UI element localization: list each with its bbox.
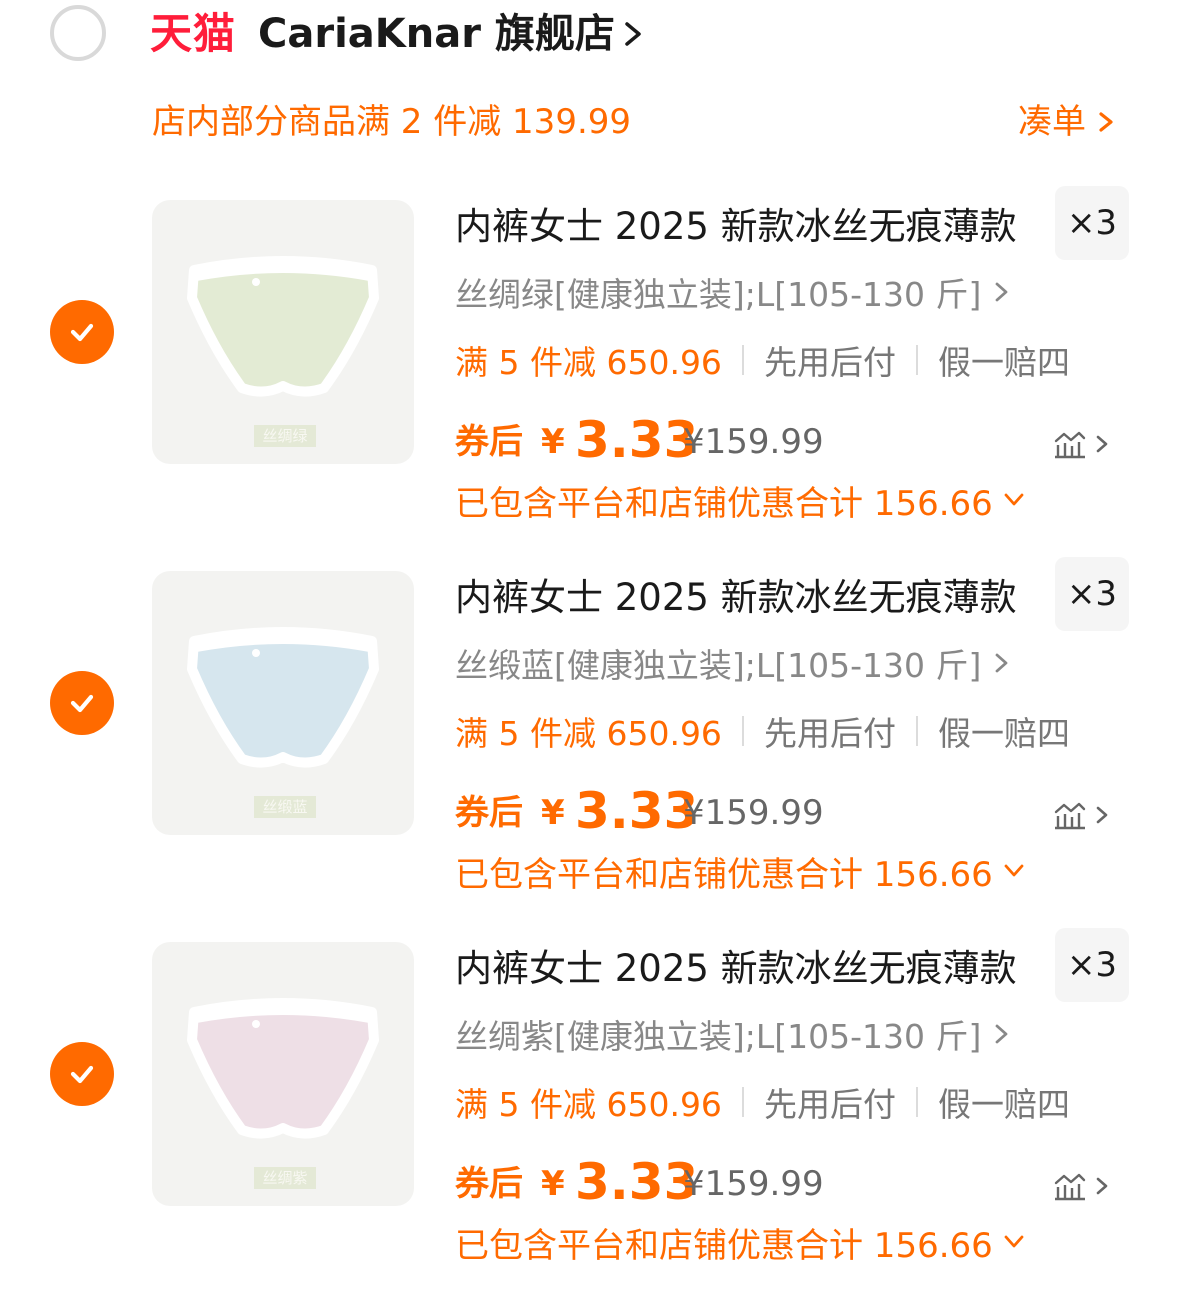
service-tags: 满 5 件减 650.96 先用后付 假一赔四: [455, 707, 1070, 755]
checkmark-icon: [70, 1065, 94, 1084]
sku-text: 丝绸紫[健康独立装];L[105-130 斤]: [455, 1017, 982, 1056]
tag-divider: [741, 716, 744, 746]
chevron-down-icon: [1004, 493, 1024, 506]
product-thumbnail[interactable]: 丝绸紫: [152, 942, 414, 1206]
price-currency: ¥: [541, 793, 565, 833]
tag-divider: [741, 345, 744, 375]
checkmark-icon: [70, 323, 94, 342]
cart-item: 丝绸绿 内裤女士 2025 新款冰丝无痕薄款 ×3 丝绸绿[健康独立装];L[1…: [0, 186, 1179, 560]
price-after-coupon-label: 券后: [455, 422, 523, 462]
tag-divider: [915, 345, 918, 375]
price-row: 券后 ¥ 3.33 ¥159.99: [455, 767, 1115, 847]
original-price: ¥159.99: [683, 793, 824, 833]
thumbnail-color-label: 丝绸紫: [254, 1167, 316, 1189]
guarantee-tag: 假一赔四: [937, 1085, 1070, 1124]
sku-text: 丝缎蓝[健康独立装];L[105-130 斤]: [455, 646, 982, 685]
quantity-badge[interactable]: ×3: [1055, 928, 1129, 1002]
item-select-checkbox[interactable]: [50, 1042, 114, 1106]
pay-later-tag: 先用后付: [763, 343, 896, 382]
original-price: ¥159.99: [683, 422, 824, 462]
price-after-coupon-label: 券后: [455, 1164, 523, 1204]
discount-summary-toggle[interactable]: 已包含平台和店铺优惠合计 156.66: [455, 1218, 1027, 1266]
price-trend-button[interactable]: [1053, 793, 1117, 837]
service-tags: 满 5 件减 650.96 先用后付 假一赔四: [455, 1078, 1070, 1126]
discount-summary-toggle[interactable]: 已包含平台和店铺优惠合计 156.66: [455, 847, 1027, 895]
price-currency: ¥: [541, 422, 565, 462]
chevron-right-icon: [1099, 112, 1113, 132]
item-select-checkbox[interactable]: [50, 671, 114, 735]
chevron-down-icon: [1004, 864, 1024, 877]
price-trend-button[interactable]: [1053, 422, 1117, 466]
tag-divider: [915, 716, 918, 746]
guarantee-tag: 假一赔四: [937, 343, 1070, 382]
price-after-coupon: 3.33: [575, 782, 699, 840]
price-after-coupon: 3.33: [575, 1153, 699, 1211]
thumbnail-color-label: 丝绸绿: [254, 425, 316, 447]
promo-tag: 满 5 件减 650.96: [455, 714, 722, 753]
chevron-right-icon: [995, 1024, 1008, 1044]
tag-divider: [915, 1087, 918, 1117]
chevron-down-icon: [1004, 1235, 1024, 1248]
checkmark-icon: [70, 694, 94, 713]
price-currency: ¥: [541, 1164, 565, 1204]
pay-later-tag: 先用后付: [763, 714, 896, 753]
chevron-right-icon[interactable]: [615, 14, 651, 54]
promo-tag: 满 5 件减 650.96: [455, 1085, 722, 1124]
price-trend-icon: [1054, 1173, 1086, 1201]
chevron-right-icon: [1096, 1177, 1108, 1195]
sku-selector[interactable]: 丝绸绿[健康独立装];L[105-130 斤]: [455, 268, 1013, 316]
product-title[interactable]: 内裤女士 2025 新款冰丝无痕薄款: [455, 944, 1017, 994]
tag-divider: [741, 1087, 744, 1117]
discount-summary-text: 已包含平台和店铺优惠合计 156.66: [455, 854, 993, 895]
product-title[interactable]: 内裤女士 2025 新款冰丝无痕薄款: [455, 573, 1017, 623]
cart-item: 丝绸紫 内裤女士 2025 新款冰丝无痕薄款 ×3 丝绸紫[健康独立装];L[1…: [0, 928, 1179, 1302]
combine-order-link[interactable]: 凑单: [1018, 98, 1120, 146]
quantity-badge[interactable]: ×3: [1055, 557, 1129, 631]
tmall-logo: 天猫: [150, 9, 237, 58]
quantity-badge[interactable]: ×3: [1055, 186, 1129, 260]
product-thumbnail[interactable]: 丝缎蓝: [152, 571, 414, 835]
product-thumbnail[interactable]: 丝绸绿: [152, 200, 414, 464]
price-trend-button[interactable]: [1053, 1164, 1117, 1208]
service-tags: 满 5 件减 650.96 先用后付 假一赔四: [455, 336, 1070, 384]
thumbnail-color-label: 丝缎蓝: [254, 796, 316, 818]
sku-text: 丝绸绿[健康独立装];L[105-130 斤]: [455, 275, 982, 314]
store-name-link[interactable]: CariaKnar 旗舰店: [258, 8, 615, 60]
price-trend-icon: [1054, 802, 1086, 830]
chevron-right-icon: [995, 282, 1008, 302]
combine-order-label: 凑单: [1018, 102, 1086, 142]
sku-selector[interactable]: 丝绸紫[健康独立装];L[105-130 斤]: [455, 1010, 1013, 1058]
store-promo-text: 店内部分商品满 2 件减 139.99: [152, 102, 632, 142]
promo-tag: 满 5 件减 650.96: [455, 343, 722, 382]
sku-selector[interactable]: 丝缎蓝[健康独立装];L[105-130 斤]: [455, 639, 1013, 687]
store-header: 天猫 CariaKnar 旗舰店: [0, 0, 1179, 80]
chevron-right-icon: [1096, 806, 1108, 824]
price-after-coupon: 3.33: [575, 411, 699, 469]
cart-item: 丝缎蓝 内裤女士 2025 新款冰丝无痕薄款 ×3 丝缎蓝[健康独立装];L[1…: [0, 557, 1179, 931]
chevron-right-icon: [995, 653, 1008, 673]
guarantee-tag: 假一赔四: [937, 714, 1070, 753]
original-price: ¥159.99: [683, 1164, 824, 1204]
item-select-checkbox[interactable]: [50, 300, 114, 364]
pay-later-tag: 先用后付: [763, 1085, 896, 1124]
price-after-coupon-label: 券后: [455, 793, 523, 833]
price-row: 券后 ¥ 3.33 ¥159.99: [455, 396, 1115, 476]
discount-summary-toggle[interactable]: 已包含平台和店铺优惠合计 156.66: [455, 476, 1027, 524]
price-row: 券后 ¥ 3.33 ¥159.99: [455, 1138, 1115, 1218]
discount-summary-text: 已包含平台和店铺优惠合计 156.66: [455, 1225, 993, 1266]
chevron-right-icon: [1096, 435, 1108, 453]
store-select-checkbox[interactable]: [50, 5, 106, 61]
discount-summary-text: 已包含平台和店铺优惠合计 156.66: [455, 483, 993, 524]
price-trend-icon: [1054, 431, 1086, 459]
product-title[interactable]: 内裤女士 2025 新款冰丝无痕薄款: [455, 202, 1017, 252]
